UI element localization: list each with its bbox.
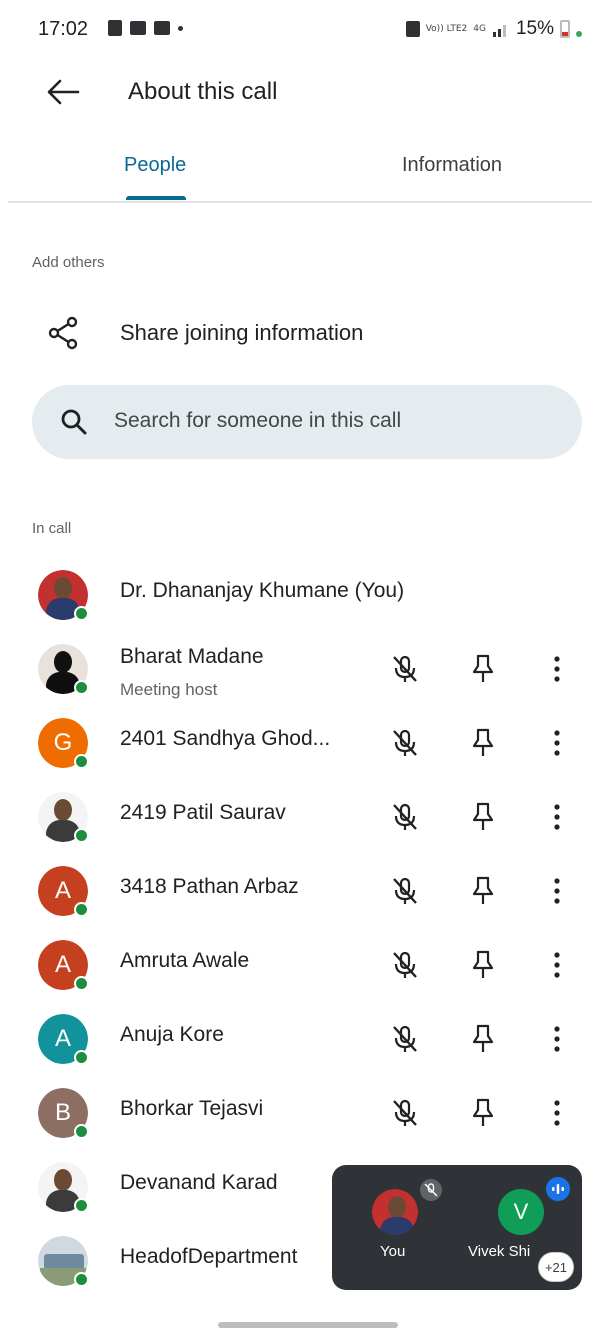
pin-icon[interactable] (466, 726, 500, 760)
participant-role: Meeting host (120, 680, 218, 699)
participant-row[interactable]: 2419 Patil Saurav (0, 782, 600, 856)
online-status-indicator (74, 754, 89, 769)
more-vert-icon[interactable] (540, 948, 574, 982)
mic-off-icon (420, 1179, 442, 1201)
participant-name: Bhorkar Tejasvi (120, 1097, 264, 1120)
tab-people[interactable]: People (124, 154, 186, 177)
online-status-indicator (74, 1050, 89, 1065)
tab-indicator (126, 196, 186, 200)
mic-off-icon[interactable] (388, 1096, 422, 1130)
share-joining-info-label: Share joining information (120, 320, 364, 345)
mic-off-icon[interactable] (388, 874, 422, 908)
participant-name: 3418 Pathan Arbaz (120, 875, 299, 898)
pin-icon[interactable] (466, 948, 500, 982)
share-joining-info-button[interactable]: Share joining information (0, 308, 600, 362)
signal-icon (492, 25, 506, 37)
more-vert-icon[interactable] (540, 652, 574, 686)
pin-icon[interactable] (466, 800, 500, 834)
pin-icon[interactable] (466, 874, 500, 908)
add-others-label: Add others (32, 254, 105, 271)
mic-off-icon[interactable] (388, 726, 422, 760)
online-status-indicator (74, 606, 89, 621)
pip-call-window[interactable]: You V Vivek Shi +21 (332, 1165, 582, 1290)
more-vert-icon[interactable] (540, 1022, 574, 1056)
app-bar: About this call (0, 62, 600, 122)
sim-icon (108, 20, 122, 36)
online-status-indicator (74, 902, 89, 917)
network-label: Vo)) LTE2 (425, 23, 468, 34)
mic-off-icon[interactable] (388, 652, 422, 686)
more-vert-icon[interactable] (540, 726, 574, 760)
more-participants-badge: +21 (538, 1252, 574, 1282)
search-placeholder: Search for someone in this call (114, 409, 402, 432)
in-call-label: In call (32, 520, 72, 537)
gesture-navigation-bar[interactable] (218, 1322, 398, 1328)
participant-name: Anuja Kore (120, 1023, 224, 1046)
online-status-indicator (74, 828, 89, 843)
pin-icon[interactable] (466, 652, 500, 686)
tabs-divider (8, 201, 592, 203)
participant-name: Bharat Madane (120, 645, 264, 668)
participant-name: Dr. Dhananjay Khumane (You) (120, 579, 405, 602)
share-icon (48, 316, 78, 350)
status-time: 17:02 (38, 18, 89, 40)
online-status-indicator (74, 1124, 89, 1139)
pip-you-label: You (380, 1243, 406, 1260)
online-status-indicator (74, 1198, 89, 1213)
message-notification-icon (154, 21, 170, 35)
gallery-notification-icon (130, 21, 146, 35)
participant-name: Amruta Awale (120, 949, 250, 972)
participant-row[interactable]: A Amruta Awale (0, 930, 600, 1004)
battery-percent: 15% (515, 18, 554, 39)
status-right: Vo)) LTE2 4G 15% (405, 18, 582, 40)
network-type: 4G (473, 23, 486, 34)
more-vert-icon[interactable] (540, 800, 574, 834)
online-status-indicator (74, 680, 89, 695)
mic-off-icon[interactable] (388, 800, 422, 834)
more-notifications-icon (178, 25, 183, 31)
participant-row[interactable]: Dr. Dhananjay Khumane (You) (0, 560, 600, 634)
participant-name: Devanand Karad (120, 1171, 278, 1194)
pip-participant-label: Vivek Shi (468, 1243, 531, 1260)
notification-icons (108, 20, 183, 36)
page-title: About this call (128, 78, 278, 105)
participant-row[interactable]: A Anuja Kore (0, 1004, 600, 1078)
more-vert-icon[interactable] (540, 874, 574, 908)
mic-off-icon[interactable] (388, 948, 422, 982)
more-vert-icon[interactable] (540, 1096, 574, 1130)
arrow-left-icon[interactable] (46, 78, 80, 106)
pin-icon[interactable] (466, 1022, 500, 1056)
participant-name: HeadofDepartment (120, 1245, 298, 1268)
avatar: V (498, 1189, 544, 1235)
battery-icon (560, 20, 570, 38)
tab-bar: People Information (0, 138, 600, 204)
search-icon (61, 409, 87, 435)
battery-saver-icon (405, 21, 420, 37)
participant-row[interactable]: B Bhorkar Tejasvi (0, 1078, 600, 1152)
tab-information[interactable]: Information (402, 154, 502, 177)
online-status-indicator (74, 976, 89, 991)
participant-name: 2419 Patil Saurav (120, 801, 286, 824)
participant-row[interactable]: G 2401 Sandhya Ghod... (0, 708, 600, 782)
avatar (372, 1189, 418, 1235)
participant-name: 2401 Sandhya Ghod... (120, 727, 331, 750)
search-input[interactable]: Search for someone in this call (32, 385, 582, 459)
online-status-indicator (74, 1272, 89, 1287)
charging-indicator-icon (576, 31, 582, 37)
participant-row[interactable]: A 3418 Pathan Arbaz (0, 856, 600, 930)
speaking-indicator-icon (546, 1177, 570, 1201)
mic-off-icon[interactable] (388, 1022, 422, 1056)
status-bar: 17:02 Vo)) LTE2 4G 15% (0, 0, 600, 62)
pin-icon[interactable] (466, 1096, 500, 1130)
participant-row[interactable]: Bharat Madane Meeting host (0, 634, 600, 708)
